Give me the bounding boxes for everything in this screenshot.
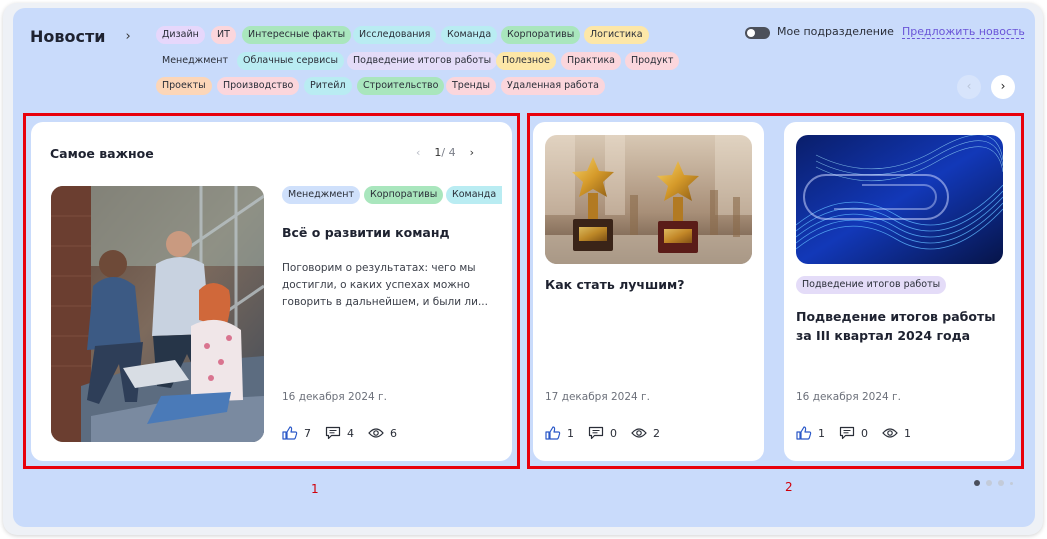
tag-chip[interactable]: Тренды [446, 77, 496, 95]
tag-chip[interactable]: Практика [561, 52, 622, 70]
my-department-toggle[interactable] [745, 27, 770, 39]
carousel-dot[interactable] [974, 480, 980, 486]
my-department-label: Мое подразделение [777, 25, 894, 38]
tag-chip[interactable]: Удаленная работа [501, 77, 605, 95]
tag-chip[interactable]: Интересные факты [242, 26, 352, 44]
tag-chip[interactable]: ИТ [211, 26, 236, 44]
tag-chip[interactable]: Ритейл [304, 77, 352, 95]
tag-chip[interactable]: Облачные сервисы [237, 52, 345, 70]
annotation-box-2 [527, 113, 1024, 469]
tag-chip[interactable]: Проекты [156, 77, 212, 95]
tag-chip[interactable]: Подведение итогов работы [347, 52, 498, 70]
carousel-dots [974, 480, 1019, 486]
tag-chip[interactable]: Исследования [353, 26, 437, 44]
tag-chip[interactable]: Дизайн [156, 26, 205, 44]
chevron-right-icon[interactable]: › [125, 29, 130, 44]
carousel-dot[interactable] [998, 480, 1004, 486]
chevron-right-icon: › [1000, 79, 1006, 93]
suggest-news-link[interactable]: Предложить новость [902, 25, 1025, 38]
tag-chip[interactable]: Корпоративы [501, 26, 581, 44]
tag-chip[interactable]: Производство [217, 77, 300, 95]
toggle-knob [747, 29, 755, 37]
tag-chip[interactable]: Строительство [357, 77, 445, 95]
annotation-label-2: 2 [785, 480, 793, 494]
tag-chip[interactable]: Продукт [625, 52, 680, 70]
carousel-dot[interactable] [1010, 481, 1013, 485]
news-title[interactable]: Новости [30, 27, 105, 46]
news-header: Новости › [30, 27, 131, 46]
tag-chip[interactable]: Менеджмент [156, 52, 234, 70]
annotation-box-1 [23, 113, 520, 469]
carousel-prev-button[interactable]: ‹ [957, 75, 981, 99]
carousel-dot[interactable] [986, 480, 992, 486]
tag-chip[interactable]: Полезное [496, 52, 556, 70]
tag-chip[interactable]: Команда [441, 26, 498, 44]
chevron-left-icon: ‹ [966, 79, 972, 93]
carousel-next-button[interactable]: › [991, 75, 1015, 99]
tag-chip[interactable]: Логистика [584, 26, 649, 44]
annotation-label-1: 1 [311, 482, 319, 496]
